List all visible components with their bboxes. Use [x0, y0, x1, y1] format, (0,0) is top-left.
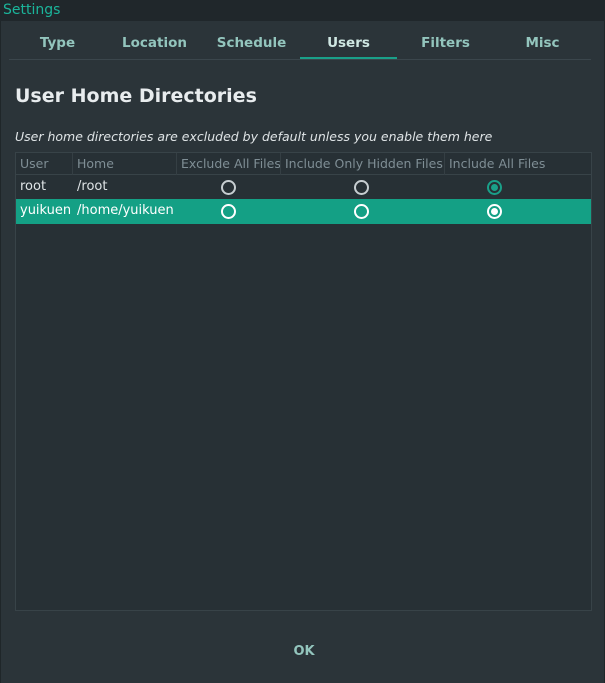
tab-bar: Type Location Schedule Users Filters Mis… — [9, 29, 591, 60]
section-note: User home directories are excluded by de… — [15, 129, 493, 144]
user-cell: root — [20, 179, 47, 194]
exclude-all-radio[interactable] — [221, 180, 236, 195]
settings-window: Settings Type Location Schedule Users Fi… — [0, 0, 605, 683]
include-all-radio[interactable] — [487, 180, 502, 195]
user-cell: yuikuen — [20, 203, 72, 218]
table-row[interactable]: root /root — [16, 175, 591, 200]
tab-filters[interactable]: Filters — [397, 29, 494, 59]
user-home-table: User Home Exclude All Files Include Only… — [15, 152, 592, 611]
column-header-user[interactable]: User — [20, 153, 49, 175]
include-hidden-radio[interactable] — [354, 204, 369, 219]
table-row[interactable]: yuikuen /home/yuikuen — [16, 199, 591, 224]
section-title: User Home Directories — [15, 85, 257, 107]
exclude-all-radio[interactable] — [221, 204, 236, 219]
home-cell: /home/yuikuen — [77, 203, 174, 218]
tab-users[interactable]: Users — [300, 29, 397, 59]
tab-type[interactable]: Type — [9, 29, 106, 59]
tab-schedule[interactable]: Schedule — [203, 29, 300, 59]
column-header-include-all[interactable]: Include All Files — [444, 153, 545, 175]
table-header: User Home Exclude All Files Include Only… — [16, 153, 591, 175]
tab-location[interactable]: Location — [106, 29, 203, 59]
tab-misc[interactable]: Misc — [494, 29, 591, 59]
include-all-radio[interactable] — [487, 204, 502, 219]
settings-content: Type Location Schedule Users Filters Mis… — [0, 21, 605, 683]
include-hidden-radio[interactable] — [354, 180, 369, 195]
ok-button[interactable]: OK — [264, 641, 344, 663]
column-header-exclude-all[interactable]: Exclude All Files — [176, 153, 281, 175]
home-cell: /root — [77, 179, 108, 194]
column-header-include-hidden[interactable]: Include Only Hidden Files — [280, 153, 443, 175]
column-header-home[interactable]: Home — [72, 153, 114, 175]
window-title: Settings — [0, 0, 605, 21]
